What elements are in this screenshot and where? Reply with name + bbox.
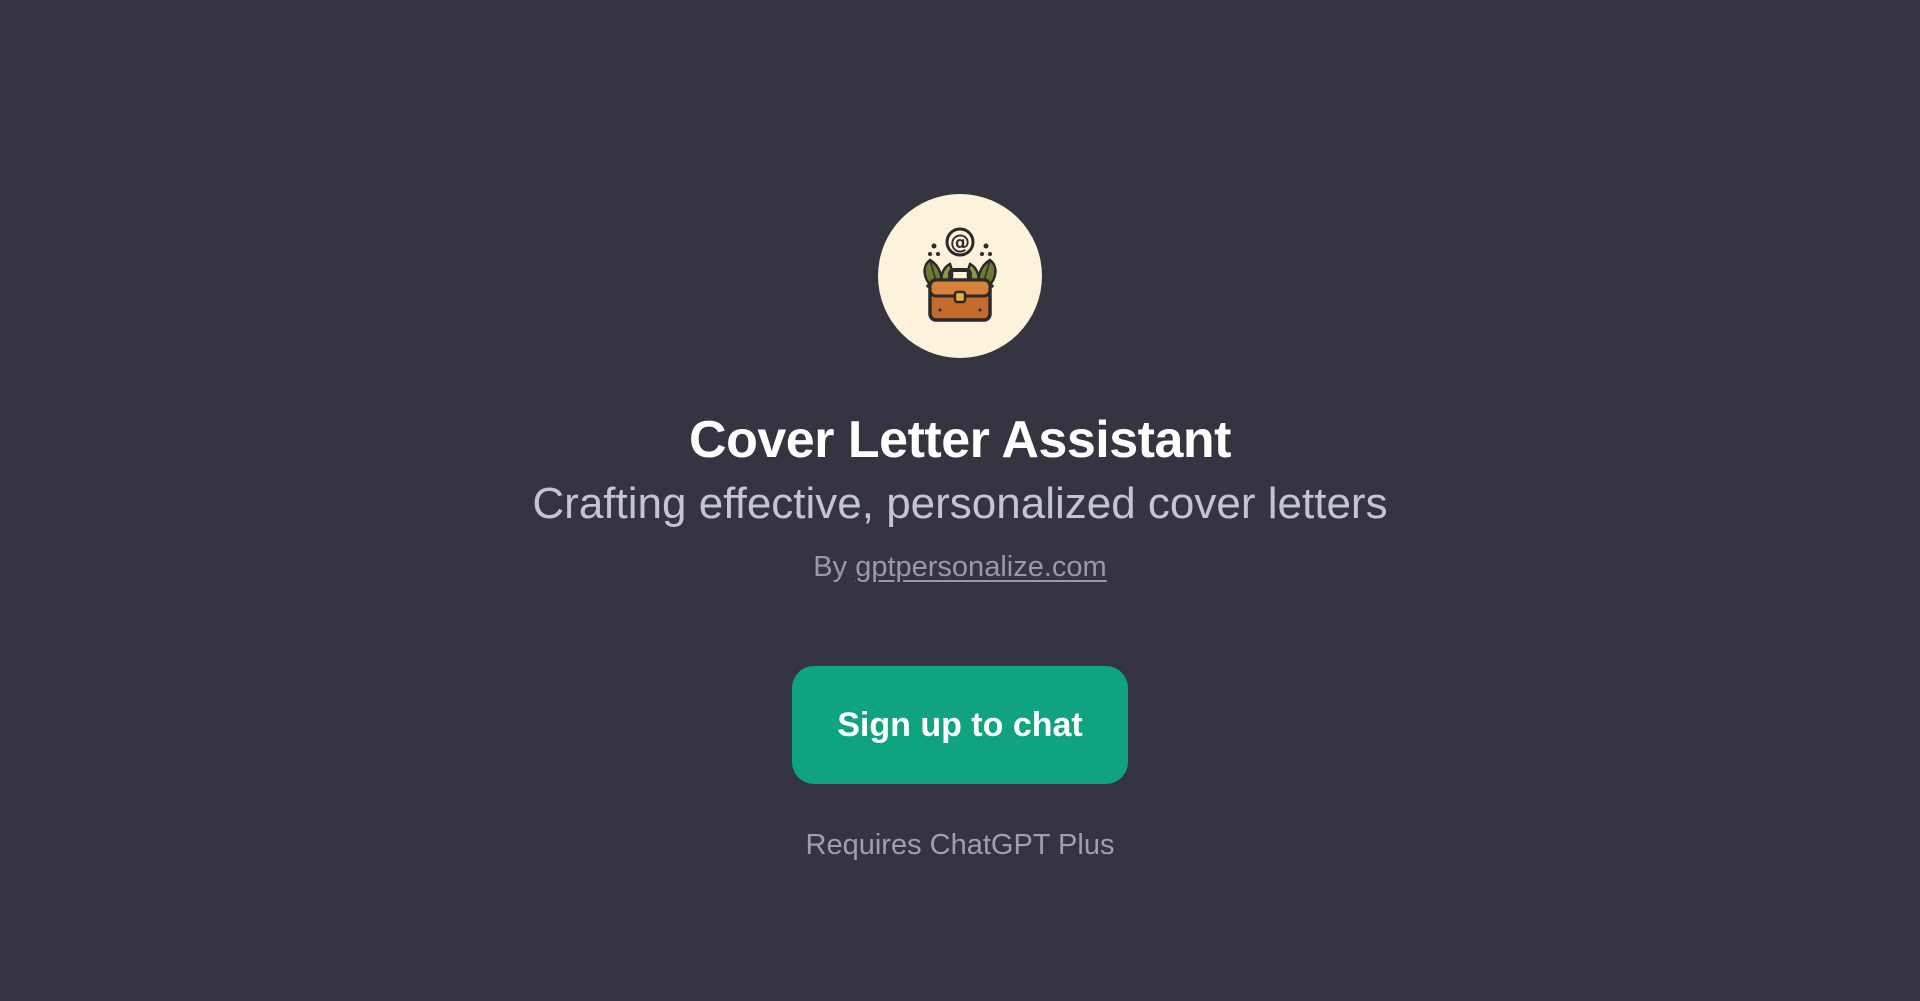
author-link[interactable]: gptpersonalize.com bbox=[855, 551, 1106, 583]
sign-up-to-chat-button[interactable]: Sign up to chat bbox=[792, 666, 1128, 784]
gpt-avatar: @ bbox=[878, 194, 1042, 358]
svg-text:@: @ bbox=[950, 230, 970, 254]
gpt-description: Crafting effective, personalized cover l… bbox=[532, 479, 1388, 528]
gpt-title: Cover Letter Assistant bbox=[689, 411, 1231, 469]
by-prefix: By bbox=[813, 551, 848, 583]
gpt-landing-page: @ Cover Letter Assistant Crafting effect… bbox=[0, 0, 1920, 1001]
requires-plus-note: Requires ChatGPT Plus bbox=[805, 829, 1115, 861]
author-byline: By gptpersonalize.com bbox=[813, 550, 1106, 584]
briefcase-icon: @ bbox=[923, 227, 997, 322]
